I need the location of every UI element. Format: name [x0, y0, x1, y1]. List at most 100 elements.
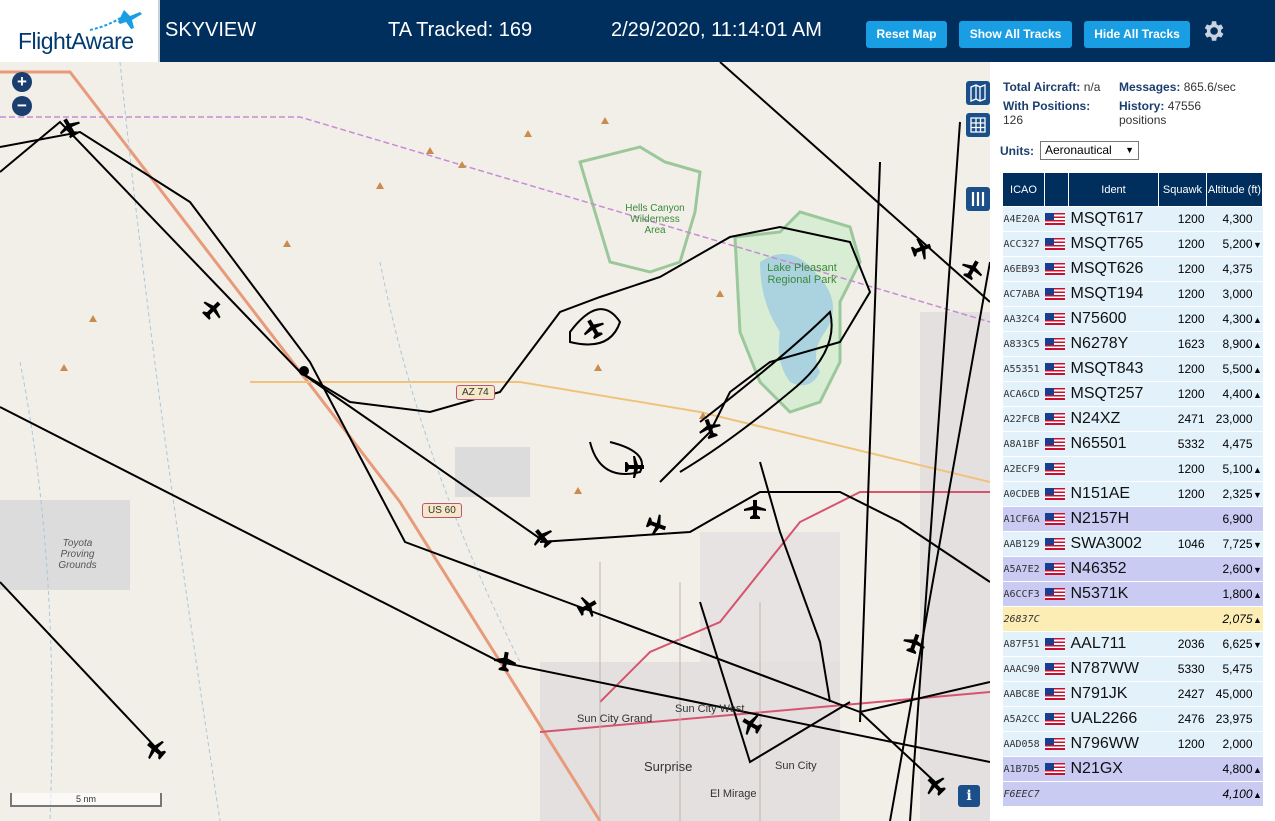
squawk-cell: 2471 [1158, 406, 1207, 432]
table-row[interactable]: A4E20A MSQT617 1200 4,300 [1002, 206, 1263, 232]
table-row[interactable]: A6EB93 MSQT626 1200 4,375 [1002, 256, 1263, 282]
table-row[interactable]: 26837C 2,075▲ [1002, 606, 1263, 632]
col-squawk[interactable]: Squawk [1158, 172, 1207, 207]
table-row[interactable]: AAAC90 N787WW 5330 5,475 [1002, 656, 1263, 682]
gear-icon[interactable] [1200, 18, 1226, 44]
us-flag-icon [1044, 237, 1065, 250]
altitude-value: 4,375 [1222, 262, 1253, 276]
units-value: Aeronautical [1045, 143, 1112, 157]
columns-icon [971, 192, 985, 206]
flag-cell [1044, 481, 1069, 507]
table-row[interactable]: AC7ABA MSQT194 1200 3,000 [1002, 281, 1263, 307]
squawk-cell: 1200 [1158, 231, 1207, 257]
table-row[interactable]: A5A7E2 N46352 2,600▼ [1002, 556, 1263, 582]
altitude-value: 6,625 [1222, 637, 1253, 651]
altitude-value: 4,100 [1222, 787, 1253, 801]
altitude-cell: 8,900▲ [1206, 331, 1263, 357]
us-flag-icon [1044, 212, 1065, 225]
table-row[interactable]: AABC8E N791JK 2427 45,000 [1002, 681, 1263, 707]
icao-cell: A1B7D5 [1002, 756, 1045, 782]
table-row[interactable]: A2ECF9 1200 5,100▲ [1002, 456, 1263, 482]
columns-toggle-button[interactable] [966, 187, 990, 211]
ident-cell: MSQT843 [1068, 356, 1159, 382]
ident-cell: N46352 [1068, 556, 1159, 582]
squawk-cell: 2036 [1158, 631, 1207, 657]
flag-cell [1044, 556, 1069, 582]
flag-cell [1044, 731, 1069, 757]
table-row[interactable]: A87F51 AAL711 2036 6,625▼ [1002, 631, 1263, 657]
ident-cell: SWA3002 [1068, 531, 1159, 557]
grid-toggle-button[interactable] [966, 113, 990, 137]
table-row[interactable]: AAB129 SWA3002 1046 7,725▼ [1002, 531, 1263, 557]
total-aircraft-label: Total Aircraft: [1003, 80, 1081, 94]
ident-cell: MSQT765 [1068, 231, 1159, 257]
zoom-in-button[interactable]: + [12, 72, 32, 92]
flag-cell [1044, 256, 1069, 282]
table-row[interactable]: A8A1BF N65501 5332 4,475 [1002, 431, 1263, 457]
ident-cell: N791JK [1068, 681, 1159, 707]
map-layers-button[interactable] [966, 81, 990, 105]
col-flag[interactable] [1044, 172, 1069, 207]
col-icao[interactable]: ICAO [1002, 172, 1045, 207]
positions-value: 126 [1003, 113, 1024, 127]
squawk-cell: 2476 [1158, 706, 1207, 732]
table-row[interactable]: A1CF6A N2157H 6,900 [1002, 506, 1263, 532]
flag-cell [1044, 331, 1069, 357]
table-row[interactable]: A6CCF3 N5371K 1,800▲ [1002, 581, 1263, 607]
squawk-cell: 5330 [1158, 656, 1207, 682]
zoom-out-button[interactable]: − [12, 96, 32, 116]
icao-cell: A5A2CC [1002, 706, 1045, 732]
altitude-value: 5,100 [1222, 462, 1253, 476]
positions-stat: With Positions: 126 [1003, 99, 1115, 127]
us-flag-icon [1044, 437, 1065, 450]
table-row[interactable]: A55351 MSQT843 1200 5,500▲ [1002, 356, 1263, 382]
us60-shield: US 60 [422, 503, 462, 518]
table-row[interactable]: AA32C4 N75600 1200 4,300▲ [1002, 306, 1263, 332]
altitude-cell: 6,625▼ [1206, 631, 1263, 657]
icao-cell: AABC8E [1002, 681, 1045, 707]
ident-cell: MSQT257 [1068, 381, 1159, 407]
altitude-value: 3,000 [1222, 287, 1253, 301]
trend-icon: ▲ [1253, 365, 1262, 375]
table-row[interactable]: A1B7D5 N21GX 4,800▲ [1002, 756, 1263, 782]
us-flag-icon [1044, 762, 1065, 775]
icao-cell: A4E20A [1002, 206, 1045, 232]
hide-all-tracks-button[interactable]: Hide All Tracks [1084, 21, 1190, 48]
table-row[interactable]: F6EEC7 4,100▲ [1002, 781, 1263, 807]
flightaware-logo[interactable]: FlightAware [0, 0, 160, 62]
us-flag-icon [1044, 387, 1065, 400]
altitude-value: 45,000 [1215, 687, 1253, 701]
ident-cell: UAL2266 [1068, 706, 1159, 732]
sun-city-grand-label: Sun City Grand [577, 713, 653, 725]
us-flag-icon [1044, 412, 1065, 425]
altitude-value: 2,600 [1222, 562, 1253, 576]
ident-cell: N151AE [1068, 481, 1159, 507]
flag-cell [1044, 531, 1069, 557]
table-row[interactable]: ACC327 MSQT765 1200 5,200▼ [1002, 231, 1263, 257]
table-row[interactable]: A0CDEB N151AE 1200 2,325▼ [1002, 481, 1263, 507]
table-row[interactable]: A22FCB N24XZ 2471 23,000 [1002, 406, 1263, 432]
top-header: FlightAware SKYVIEW TA Tracked: 169 2/29… [0, 0, 1275, 62]
show-all-tracks-button[interactable]: Show All Tracks [959, 21, 1072, 48]
table-row[interactable]: A833C5 N6278Y 1623 8,900▲ [1002, 331, 1263, 357]
map-view[interactable]: Hells Canyon Wilderness Area Lake Pleasa… [0, 62, 990, 821]
logo-text: FlightAware [18, 28, 134, 54]
site-name: SKYVIEW [165, 19, 257, 41]
us-flag-icon [1044, 362, 1065, 375]
map-canvas[interactable] [0, 62, 990, 821]
flag-cell [1044, 756, 1069, 782]
info-button[interactable]: i [958, 785, 980, 807]
table-row[interactable]: ACA6CD MSQT257 1200 4,400▲ [1002, 381, 1263, 407]
icao-cell: A5A7E2 [1002, 556, 1045, 582]
squawk-cell: 1200 [1158, 456, 1207, 482]
squawk-cell: 1200 [1158, 481, 1207, 507]
units-select[interactable]: Aeronautical ▼ [1040, 141, 1139, 160]
col-altitude[interactable]: Altitude (ft) [1206, 172, 1263, 207]
col-ident[interactable]: Ident [1068, 172, 1159, 207]
table-row[interactable]: AAD058 N796WW 1200 2,000 [1002, 731, 1263, 757]
squawk-cell: 1623 [1158, 331, 1207, 357]
squawk-cell: 1046 [1158, 531, 1207, 557]
altitude-value: 23,000 [1215, 412, 1253, 426]
reset-map-button[interactable]: Reset Map [866, 21, 947, 48]
table-row[interactable]: A5A2CC UAL2266 2476 23,975 [1002, 706, 1263, 732]
